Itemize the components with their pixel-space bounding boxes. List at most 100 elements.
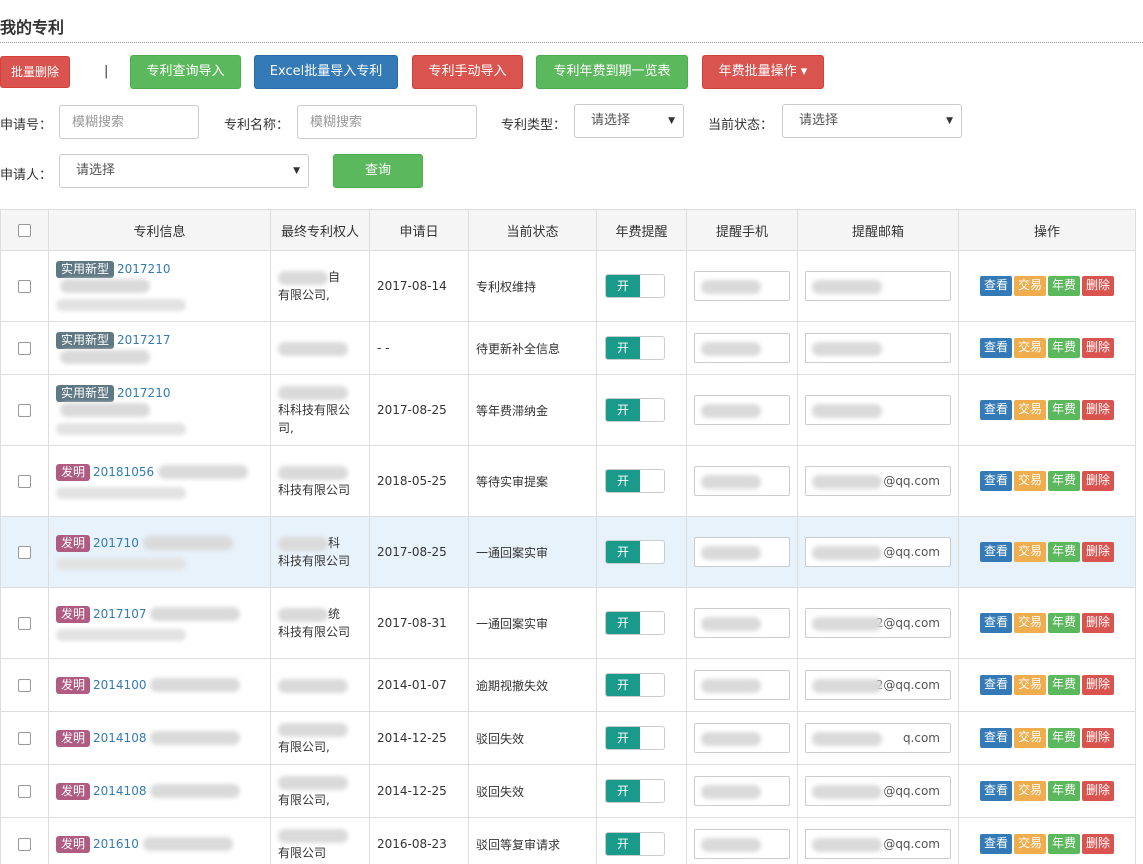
row-checkbox[interactable] xyxy=(18,342,31,355)
fee-reminder-toggle[interactable]: 开 xyxy=(605,779,665,803)
trade-button[interactable]: 交易 xyxy=(1013,675,1046,695)
trade-button[interactable]: 交易 xyxy=(1013,338,1046,358)
row-checkbox[interactable] xyxy=(18,404,31,417)
reminder-phone-input[interactable] xyxy=(694,608,790,638)
annual-fee-button[interactable]: 年费 xyxy=(1048,276,1081,296)
patent-number-link[interactable]: 201610 xyxy=(93,837,139,851)
trade-button[interactable]: 交易 xyxy=(1013,781,1046,801)
excel-import-button[interactable]: Excel批量导入专利 xyxy=(254,55,398,89)
patent-number-link[interactable]: 2014108 xyxy=(93,731,146,745)
view-button[interactable]: 查看 xyxy=(979,728,1012,748)
annual-fee-button[interactable]: 年费 xyxy=(1048,728,1081,748)
patent-number-link[interactable]: 2017210 xyxy=(117,386,170,400)
trade-button[interactable]: 交易 xyxy=(1013,834,1046,854)
fee-reminder-toggle[interactable]: 开 xyxy=(605,540,665,564)
trade-button[interactable]: 交易 xyxy=(1013,542,1046,562)
row-checkbox[interactable] xyxy=(18,838,31,851)
reminder-email-input[interactable]: @qq.com xyxy=(805,829,951,859)
reminder-phone-input[interactable] xyxy=(694,670,790,700)
reminder-email-input[interactable] xyxy=(805,333,951,363)
reminder-email-input[interactable]: 2@qq.com xyxy=(805,608,951,638)
view-button[interactable]: 查看 xyxy=(979,276,1012,296)
annual-fee-button[interactable]: 年费 xyxy=(1048,400,1081,420)
patent-number-link[interactable]: 2017217 xyxy=(117,333,170,347)
row-checkbox[interactable] xyxy=(18,617,31,630)
fee-reminder-toggle[interactable]: 开 xyxy=(605,336,665,360)
fee-reminder-toggle[interactable]: 开 xyxy=(605,274,665,298)
fee-due-list-button[interactable]: 专利年费到期一览表 xyxy=(536,55,688,89)
annual-fee-button[interactable]: 年费 xyxy=(1048,613,1081,633)
annual-fee-button[interactable]: 年费 xyxy=(1048,781,1081,801)
reminder-phone-input[interactable] xyxy=(694,829,790,859)
row-checkbox[interactable] xyxy=(18,732,31,745)
delete-button[interactable]: 删除 xyxy=(1082,338,1115,358)
table-row[interactable]: 发明 20181056 科技有限公司 2018-05-25 等待实审提案开 @qq.com… xyxy=(0,445,1136,517)
table-row[interactable]: 实用新型 2017210 自有限公司, 2017-08-14 专利权维持开查看 交易 年费删… xyxy=(0,250,1136,322)
patent-number-link[interactable]: 2017210 xyxy=(117,262,170,276)
annual-fee-button[interactable]: 年费 xyxy=(1048,542,1081,562)
table-row[interactable]: 发明 2017107 统科技有限公司 2017-08-31 一通回案实审开 2@qq.co… xyxy=(0,587,1136,659)
fee-reminder-toggle[interactable]: 开 xyxy=(605,673,665,697)
delete-button[interactable]: 删除 xyxy=(1082,834,1115,854)
reminder-phone-input[interactable] xyxy=(694,395,790,425)
table-row[interactable]: 发明 2014108 有限公司, 2014-12-25 驳回失效开 @qq.com 查看 交易… xyxy=(0,764,1136,818)
query-button[interactable]: 查询 xyxy=(333,154,423,188)
row-checkbox[interactable] xyxy=(18,280,31,293)
patent-number-link[interactable]: 2014108 xyxy=(93,784,146,798)
patent-name-input[interactable] xyxy=(297,105,477,139)
view-button[interactable]: 查看 xyxy=(979,400,1012,420)
delete-button[interactable]: 删除 xyxy=(1082,400,1115,420)
fee-reminder-toggle[interactable]: 开 xyxy=(605,398,665,422)
table-row[interactable]: 发明 201710 科科技有限公司 2017-08-25 一通回案实审开 @qq.com 查… xyxy=(0,516,1136,588)
delete-button[interactable]: 删除 xyxy=(1082,781,1115,801)
patent-number-link[interactable]: 2017107 xyxy=(93,607,146,621)
fee-reminder-toggle[interactable]: 开 xyxy=(605,832,665,856)
applicant-select[interactable]: 请选择 ▼ xyxy=(59,154,309,188)
table-row[interactable]: 发明 2014100 2014-01-07 逾期视撤失效开 2@qq.com 查看 交易 年费… xyxy=(0,658,1136,712)
table-row[interactable]: 实用新型 2017210 科科技有限公司, 2017-08-25 等年费滞纳金开查看 交易… xyxy=(0,374,1136,446)
annual-fee-button[interactable]: 年费 xyxy=(1048,338,1081,358)
row-checkbox[interactable] xyxy=(18,475,31,488)
view-button[interactable]: 查看 xyxy=(979,338,1012,358)
delete-button[interactable]: 删除 xyxy=(1082,471,1115,491)
trade-button[interactable]: 交易 xyxy=(1013,276,1046,296)
app-no-input[interactable] xyxy=(59,105,199,139)
reminder-email-input[interactable]: q.com xyxy=(805,723,951,753)
reminder-email-input[interactable]: @qq.com xyxy=(805,466,951,496)
reminder-phone-input[interactable] xyxy=(694,723,790,753)
fee-reminder-toggle[interactable]: 开 xyxy=(605,726,665,750)
view-button[interactable]: 查看 xyxy=(979,613,1012,633)
patent-type-select[interactable]: 请选择 ▼ xyxy=(574,104,684,138)
delete-button[interactable]: 删除 xyxy=(1082,728,1115,748)
view-button[interactable]: 查看 xyxy=(979,675,1012,695)
row-checkbox[interactable] xyxy=(18,785,31,798)
reminder-phone-input[interactable] xyxy=(694,776,790,806)
table-row[interactable]: 发明 201610 有限公司 2016-08-23 驳回等复审请求开 @qq.com 查看交… xyxy=(0,817,1136,864)
fee-reminder-toggle[interactable]: 开 xyxy=(605,611,665,635)
view-button[interactable]: 查看 xyxy=(979,834,1012,854)
annual-fee-button[interactable]: 年费 xyxy=(1048,834,1081,854)
trade-button[interactable]: 交易 xyxy=(1013,471,1046,491)
delete-button[interactable]: 删除 xyxy=(1082,613,1115,633)
reminder-email-input[interactable]: @qq.com xyxy=(805,776,951,806)
delete-button[interactable]: 删除 xyxy=(1082,542,1115,562)
annual-fee-button[interactable]: 年费 xyxy=(1048,471,1081,491)
view-button[interactable]: 查看 xyxy=(979,542,1012,562)
delete-button[interactable]: 删除 xyxy=(1082,675,1115,695)
reminder-email-input[interactable] xyxy=(805,395,951,425)
fee-batch-dropdown-button[interactable]: 年费批量操作 ▾ xyxy=(702,55,824,89)
fee-reminder-toggle[interactable]: 开 xyxy=(605,469,665,493)
reminder-email-input[interactable] xyxy=(805,271,951,301)
batch-delete-button[interactable]: 批量删除 xyxy=(0,56,70,88)
patent-number-link[interactable]: 201710 xyxy=(93,536,139,550)
row-checkbox[interactable] xyxy=(18,679,31,692)
select-all-checkbox[interactable] xyxy=(18,223,31,237)
trade-button[interactable]: 交易 xyxy=(1013,613,1046,633)
reminder-phone-input[interactable] xyxy=(694,333,790,363)
reminder-phone-input[interactable] xyxy=(694,271,790,301)
patent-number-link[interactable]: 20181056 xyxy=(93,465,154,479)
reminder-email-input[interactable]: 2@qq.com xyxy=(805,670,951,700)
view-button[interactable]: 查看 xyxy=(979,471,1012,491)
delete-button[interactable]: 删除 xyxy=(1082,276,1115,296)
current-status-select[interactable]: 请选择 ▼ xyxy=(782,104,962,138)
